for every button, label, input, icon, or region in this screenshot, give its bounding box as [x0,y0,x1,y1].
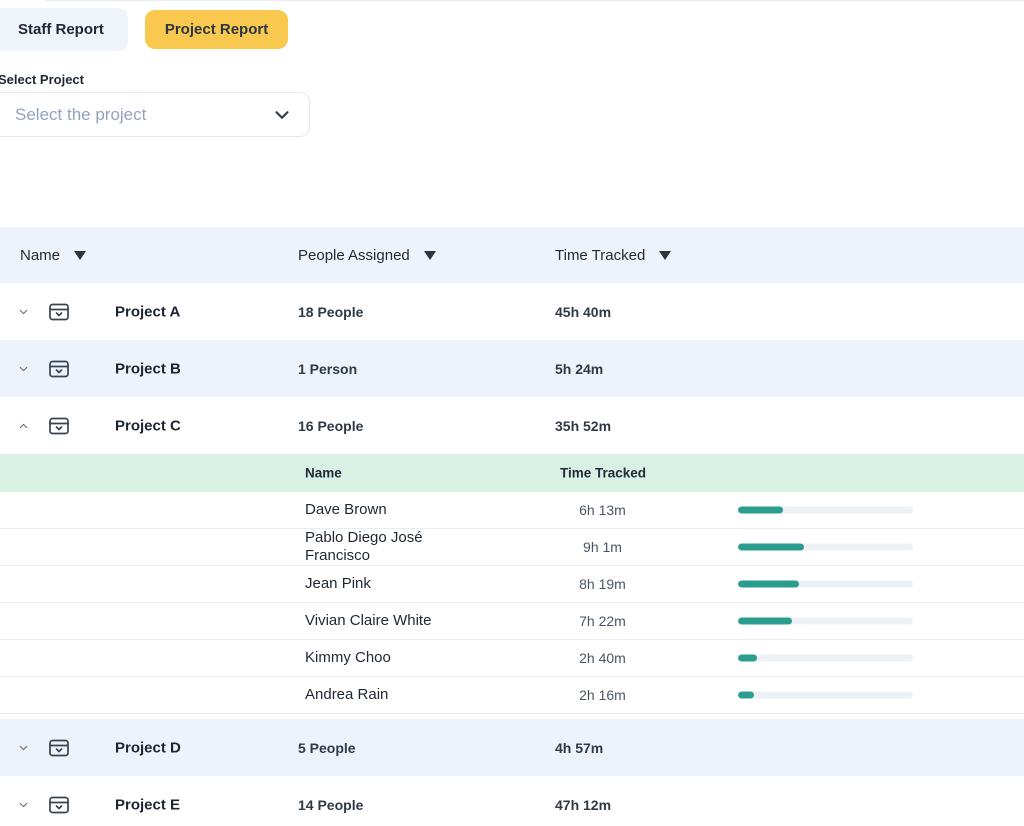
staff-name: Pablo Diego José Francisco [305,529,457,565]
project-row-a[interactable]: Project A 18 People 45h 40m [0,283,1024,340]
archive-icon [47,414,71,438]
project-name: Project C [115,417,181,434]
progress-fill [738,692,754,699]
time-progress-bar [738,692,913,699]
top-divider [45,0,1024,1]
chevron-down-icon[interactable] [17,798,30,811]
staff-time: 6h 13m [530,502,675,518]
column-header-name[interactable]: Name [20,227,86,283]
time-progress-bar [738,655,913,662]
tab-staff-report[interactable]: Staff Report [0,8,128,51]
chevron-up-icon[interactable] [17,419,30,432]
people-assigned: 14 People [298,797,363,813]
time-tracked: 5h 24m [555,361,603,377]
select-project-label: Select Project [0,72,84,87]
progress-fill [738,618,792,625]
archive-icon [47,793,71,817]
time-progress-bar [738,507,913,514]
subtable-column-time: Time Tracked [560,466,646,481]
staff-row: Jean Pink 8h 19m [0,566,1024,603]
project-row-e[interactable]: Project E 14 People 47h 12m [0,776,1024,826]
project-name: Project E [115,796,180,813]
projects-table: Name People Assigned Time Tracked [0,227,1024,826]
chevron-down-icon[interactable] [17,305,30,318]
staff-time: 9h 1m [530,539,675,555]
project-report-page: Staff Report Project Report Select Proje… [0,0,1024,826]
people-assigned: 5 People [298,740,356,756]
staff-row: Andrea Rain 2h 16m [0,677,1024,714]
staff-row: Vivian Claire White 7h 22m [0,603,1024,640]
people-assigned: 18 People [298,304,363,320]
project-select-placeholder: Select the project [15,105,271,125]
staff-name: Kimmy Choo [305,649,457,667]
staff-name: Dave Brown [305,501,457,519]
time-tracked: 35h 52m [555,418,611,434]
progress-fill [738,544,804,551]
archive-icon [47,357,71,381]
time-progress-bar [738,544,913,551]
staff-time: 7h 22m [530,613,675,629]
sort-triangle-icon[interactable] [424,251,436,260]
progress-fill [738,581,799,588]
staff-time: 2h 40m [530,650,675,666]
report-tabs: Staff Report Project Report [0,8,288,51]
staff-name: Andrea Rain [305,686,457,704]
project-row-d[interactable]: Project D 5 People 4h 57m [0,719,1024,776]
archive-icon [47,300,71,324]
project-select-dropdown[interactable]: Select the project [0,92,310,137]
people-assigned: 16 People [298,418,363,434]
people-assigned: 1 Person [298,361,357,377]
time-progress-bar [738,618,913,625]
staff-name: Vivian Claire White [305,612,457,630]
tab-project-report[interactable]: Project Report [145,10,288,49]
staff-time: 2h 16m [530,687,675,703]
project-name: Project D [115,739,181,756]
project-name: Project A [115,303,180,320]
staff-name: Jean Pink [305,575,457,593]
chevron-down-icon[interactable] [17,362,30,375]
column-header-time[interactable]: Time Tracked [555,227,671,283]
archive-icon [47,736,71,760]
chevron-down-icon [271,104,293,126]
project-row-c[interactable]: Project C 16 People 35h 52m [0,397,1024,454]
staff-row: Kimmy Choo 2h 40m [0,640,1024,677]
column-header-people[interactable]: People Assigned [298,227,436,283]
time-tracked: 47h 12m [555,797,611,813]
staff-time: 8h 19m [530,576,675,592]
project-row-b[interactable]: Project B 1 Person 5h 24m [0,340,1024,397]
progress-fill [738,655,757,662]
time-tracked: 45h 40m [555,304,611,320]
subtable-column-name: Name [305,466,342,481]
subtable-header: Name Time Tracked [0,454,1024,492]
time-progress-bar [738,581,913,588]
sort-triangle-icon[interactable] [659,251,671,260]
staff-row: Dave Brown 6h 13m [0,492,1024,529]
sort-triangle-icon[interactable] [74,251,86,260]
time-tracked: 4h 57m [555,740,603,756]
staff-row: Pablo Diego José Francisco 9h 1m [0,529,1024,566]
project-name: Project B [115,360,181,377]
progress-fill [738,507,783,514]
table-header: Name People Assigned Time Tracked [0,227,1024,283]
chevron-down-icon[interactable] [17,741,30,754]
